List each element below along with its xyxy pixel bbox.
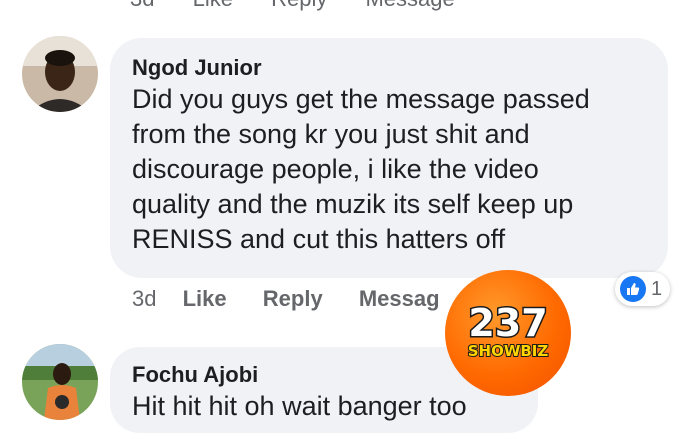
message-link[interactable]: Message	[365, 0, 454, 11]
thumbs-up-icon	[620, 276, 646, 302]
comment-actions: 3d Like Reply Messag	[132, 286, 470, 316]
watermark-number: 237	[468, 301, 547, 345]
comment-author[interactable]: Ngod Junior	[132, 54, 648, 82]
comment-bubble: Ngod Junior Did you guys get the message…	[110, 38, 668, 278]
previous-comment-actions: 3d Like Reply Message	[130, 0, 487, 11]
watermark-word: SHOWBIZ	[468, 342, 549, 360]
message-link[interactable]: Messag	[359, 286, 440, 311]
reply-link[interactable]: Reply	[263, 286, 323, 311]
comment-text-line: from the song kr you just shit and	[132, 119, 530, 149]
like-link[interactable]: Like	[193, 0, 233, 11]
comment-text: Did you guys get the message passed from…	[132, 82, 648, 257]
avatar[interactable]	[22, 36, 98, 112]
timestamp: 3d	[130, 0, 154, 11]
timestamp: 3d	[132, 286, 157, 311]
showbiz-watermark-logo: 237 SHOWBIZ	[445, 270, 571, 396]
reply-link[interactable]: Reply	[271, 0, 327, 11]
reaction-count: 1	[651, 277, 663, 300]
comment-text-line: RENISS and cut this hatters off	[132, 224, 506, 254]
comment-text-line: discourage people, i like the video	[132, 154, 539, 184]
reaction-badge[interactable]: 1	[615, 272, 671, 306]
avatar[interactable]	[22, 344, 98, 420]
comment-text-line: quality and the muzik its self keep up	[132, 189, 574, 219]
like-link[interactable]: Like	[183, 286, 227, 311]
comment-text-line: Did you guys get the message passed	[132, 84, 590, 114]
